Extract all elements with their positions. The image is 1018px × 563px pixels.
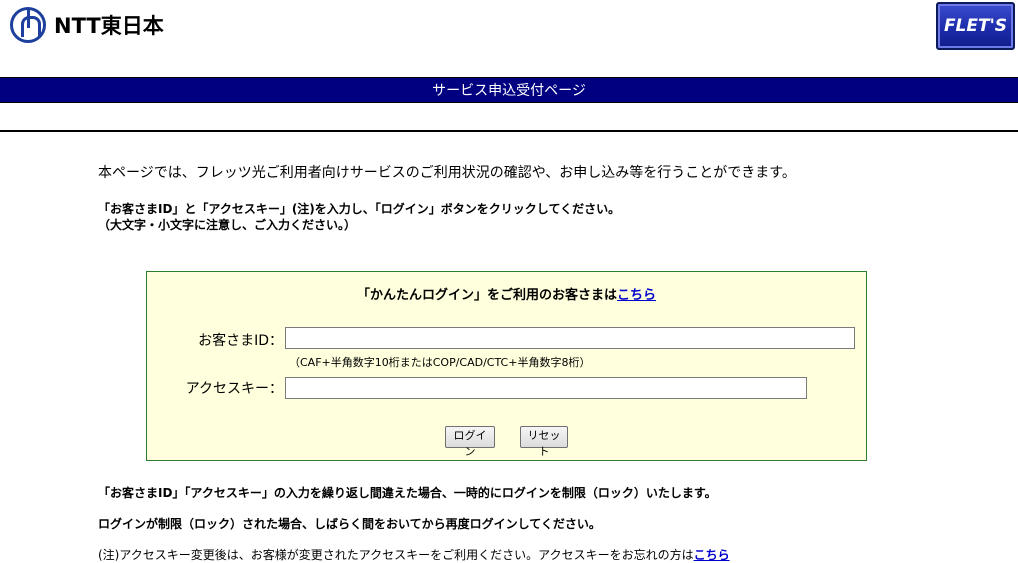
- instructions-line-2: （大文字・小文字に注意し、ご入力ください。）: [98, 218, 357, 232]
- easy-login-row: 「かんたんログイン」をご利用のお客さまはこちら: [147, 284, 866, 303]
- logo-text: NTT東日本: [54, 14, 164, 38]
- flets-badge-label: FLET'S: [943, 16, 1008, 36]
- login-button[interactable]: ログイン: [445, 426, 495, 458]
- intro-text: 本ページでは、フレッツ光ご利用者向けサービスのご利用状況の確認や、お申し込み等を…: [98, 165, 796, 181]
- forgot-access-key-link[interactable]: こちら: [694, 548, 730, 562]
- access-key-note: (注)アクセスキー変更後は、お客様が変更されたアクセスキーをご利用ください。アク…: [98, 546, 730, 563]
- ntt-logo-icon: [10, 7, 46, 43]
- page-title: サービス申込受付ページ: [432, 83, 586, 99]
- easy-login-text: 「かんたんログイン」をご利用のお客さまは: [356, 288, 617, 303]
- access-key-input[interactable]: [285, 377, 807, 399]
- easy-login-link[interactable]: こちら: [617, 288, 656, 303]
- customer-id-input[interactable]: [285, 327, 855, 349]
- relogin-notice: ログインが制限（ロック）された場合、しばらく間をおいてから再度ログインしてくださ…: [98, 517, 601, 531]
- ntt-east-logo: NTT東日本: [10, 5, 164, 45]
- login-form: 「かんたんログイン」をご利用のお客さまはこちら お客さまID： （CAF+半角数…: [146, 271, 867, 461]
- page-title-bar: サービス申込受付ページ: [0, 77, 1018, 103]
- reset-button[interactable]: リセット: [520, 426, 568, 458]
- horizontal-divider: [0, 130, 1018, 132]
- customer-id-hint: （CAF+半角数字10桁またはCOP/CAD/CTC+半角数字8桁）: [289, 356, 591, 369]
- access-key-label: アクセスキー：: [185, 381, 283, 397]
- flets-badge[interactable]: FLET'S: [936, 2, 1015, 50]
- lock-notice: 「お客さまID」「アクセスキー」の入力を繰り返し間違えた場合、一時的にログインを…: [98, 486, 717, 500]
- instructions-line-1: 「お客さまID」と「アクセスキー」(注)を入力し、「ログイン」ボタンをクリックし…: [98, 202, 621, 216]
- access-key-note-text: (注)アクセスキー変更後は、お客様が変更されたアクセスキーをご利用ください。アク…: [98, 548, 694, 562]
- instructions: 「お客さまID」と「アクセスキー」(注)を入力し、「ログイン」ボタンをクリックし…: [98, 201, 620, 233]
- customer-id-label: お客さまID：: [198, 333, 283, 349]
